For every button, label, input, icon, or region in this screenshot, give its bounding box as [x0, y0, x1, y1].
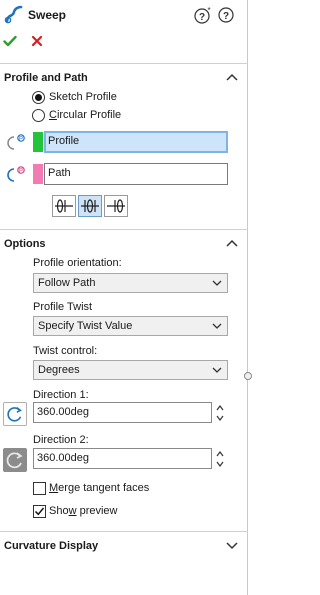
profile-orientation-label: Profile orientation:: [33, 257, 122, 269]
direction-2-rotate-icon: [3, 448, 27, 472]
twist-control-label: Twist control:: [33, 345, 98, 357]
direction-1-label: Direction 1:: [33, 389, 89, 401]
twist-control-value: Degrees: [38, 364, 80, 376]
checkmark-icon: [34, 507, 45, 516]
action-row: [0, 30, 248, 56]
section-profile-and-path[interactable]: Profile and Path: [0, 66, 248, 90]
direction-1-rotate-icon: [3, 402, 27, 426]
whats-wrong-help-icon[interactable]: ? *: [194, 6, 212, 24]
profile-twist-label: Profile Twist: [33, 301, 93, 313]
chevron-down-icon: [212, 323, 222, 329]
svg-text:*: *: [207, 6, 210, 15]
sketch-profile-radio[interactable]: [32, 91, 45, 104]
divider: [0, 531, 248, 532]
profile-orientation-value: Follow Path: [38, 277, 96, 289]
divider: [0, 63, 248, 64]
profile-twist-value: Specify Twist Value: [38, 320, 133, 332]
section-title: Curvature Display: [4, 540, 99, 552]
merge-tangent-faces-checkbox[interactable]: [33, 482, 46, 495]
section-curvature-display[interactable]: Curvature Display: [0, 534, 248, 558]
show-preview-checkbox[interactable]: [33, 505, 46, 518]
merge-tangent-faces-label: Merge tangent faces: [49, 482, 150, 494]
twist-direction-2-icon: [107, 199, 125, 213]
panel-splitter-handle[interactable]: [244, 372, 252, 380]
chevron-up-icon[interactable]: [226, 72, 238, 82]
twist-control-select[interactable]: Degrees: [33, 360, 228, 380]
svg-text:P: P: [19, 168, 23, 174]
chevron-up-icon[interactable]: [226, 238, 238, 248]
svg-text:?: ?: [199, 12, 205, 23]
profile-selection-icon: P: [7, 134, 25, 150]
circular-profile-radio[interactable]: [32, 109, 45, 122]
graphics-area-edge: [248, 0, 268, 595]
panel-title: Sweep: [28, 8, 67, 22]
direction-2-label: Direction 2:: [33, 434, 89, 446]
path-color-swatch: [33, 164, 43, 184]
cancel-x-icon[interactable]: [31, 35, 43, 47]
sweep-property-manager: Sweep ? * ? Profile and Path Sketch Prof…: [0, 0, 248, 595]
svg-text:P: P: [19, 136, 23, 142]
profile-twist-select[interactable]: Specify Twist Value: [33, 316, 228, 336]
twist-direction-2-button[interactable]: [104, 195, 128, 217]
sweep-icon: [4, 5, 23, 24]
path-selection-icon: P: [7, 166, 25, 182]
svg-text:?: ?: [223, 11, 229, 22]
direction-1-input[interactable]: 360.00deg: [33, 402, 212, 423]
chevron-down-icon[interactable]: [226, 540, 238, 550]
profile-selection-field[interactable]: Profile: [44, 131, 228, 153]
panel-header: Sweep ? * ?: [0, 0, 248, 30]
twist-direction-1-button[interactable]: [52, 195, 76, 217]
section-title: Profile and Path: [4, 72, 88, 84]
section-options[interactable]: Options: [0, 232, 248, 256]
divider: [0, 229, 248, 230]
chevron-down-icon: [212, 280, 222, 286]
direction-1-spinner-icon[interactable]: [215, 403, 225, 423]
chevron-down-icon: [212, 367, 222, 373]
section-title: Options: [4, 238, 46, 250]
twist-bidirectional-button[interactable]: [78, 195, 102, 217]
ok-check-icon[interactable]: [3, 34, 17, 48]
sketch-profile-label: Sketch Profile: [49, 91, 117, 103]
show-preview-label: Show preview: [49, 505, 118, 517]
twist-bidirectional-icon: [81, 199, 99, 213]
path-selection-field[interactable]: Path: [44, 163, 228, 185]
twist-direction-buttons: [52, 195, 128, 217]
direction-2-spinner-icon[interactable]: [215, 449, 225, 469]
direction-2-input[interactable]: 360.00deg: [33, 448, 212, 469]
profile-orientation-select[interactable]: Follow Path: [33, 273, 228, 293]
profile-color-swatch: [33, 132, 43, 152]
help-icon[interactable]: ?: [218, 7, 234, 23]
circular-profile-label: Circular Profile: [49, 109, 122, 121]
twist-direction-1-icon: [55, 199, 73, 213]
